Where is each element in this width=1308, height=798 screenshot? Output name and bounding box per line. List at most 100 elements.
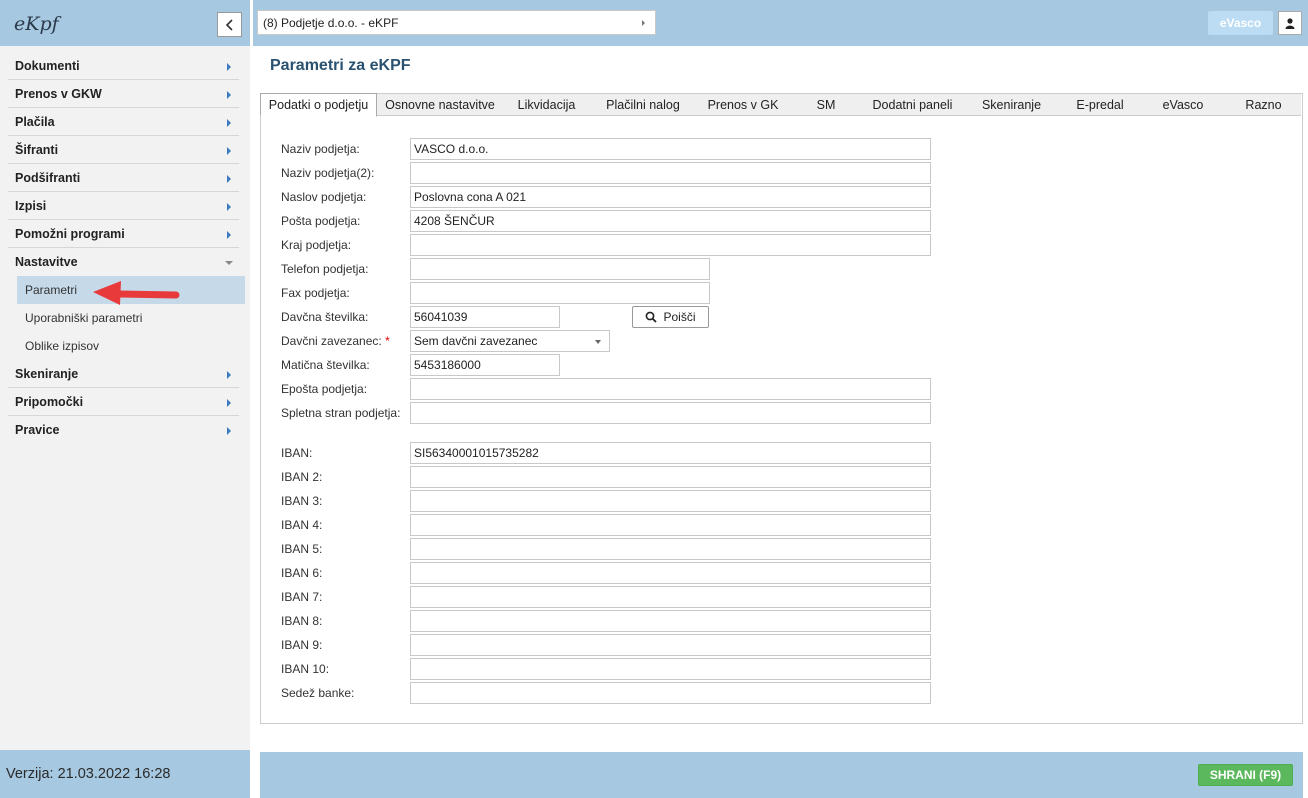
tab-likvidacija[interactable]: Likvidacija [503,94,590,116]
iban4-field[interactable] [410,514,931,536]
tab-evasco[interactable]: eVasco [1140,94,1226,116]
chevron-right-icon [227,231,231,239]
sidebar-subitem-uporabniski-parametri[interactable]: Uporabniški parametri [17,304,245,332]
bank-seat-label: Sedež banke: [281,686,355,700]
city-field[interactable] [410,234,931,256]
search-button-label: Poišči [663,310,696,324]
email-label: Epošta podjetja: [281,382,368,396]
sidebar-item-pomozni-programi[interactable]: Pomožni programi [8,220,239,248]
iban6-label: IBAN 6: [281,566,323,580]
iban6-field[interactable] [410,562,931,584]
tab-podatki-o-podjetju[interactable]: Podatki o podjetju [260,93,377,117]
iban10-label: IBAN 10: [281,662,330,676]
registration-number-label: Matična številka: [281,358,370,372]
sidebar-item-label: Nastavitve [15,255,78,269]
company-select-value: (8) Podjetje d.o.o. - eKPF [263,16,399,30]
post-label: Pošta podjetja: [281,214,361,228]
sidebar-subitem-label: Uporabniški parametri [25,311,143,325]
sidebar-item-label: Skeniranje [15,366,79,381]
user-menu-button[interactable] [1278,11,1302,35]
page-title: Parametri za eKPF [270,57,411,74]
save-button[interactable]: SHRANI (F9) [1198,764,1293,786]
app-logo: eKpf [14,13,59,35]
post-field[interactable]: 4208 ŠENČUR [410,210,931,232]
sidebar-item-pravice[interactable]: Pravice [8,416,239,444]
sidebar-item-label: Izpisi [15,198,47,213]
iban9-field[interactable] [410,634,931,656]
registration-number-field[interactable]: 5453186000 [410,354,560,376]
tab-razno[interactable]: Razno [1226,94,1301,116]
iban2-label: IBAN 2: [281,470,323,484]
tab-prenos-v-gk[interactable]: Prenos v GK [696,94,790,116]
caret-right-icon [642,20,645,26]
collapse-sidebar-button[interactable] [217,12,242,37]
sidebar-item-skeniranje[interactable]: Skeniranje [8,360,239,388]
sidebar-subitem-label: Oblike izpisov [25,339,100,353]
sidebar-item-placila[interactable]: Plačila [8,108,239,136]
sidebar-item-label: Prenos v GKW [15,86,102,101]
tax-payer-select-value: Sem davčni zavezanec [414,334,538,348]
iban2-field[interactable] [410,466,931,488]
search-icon [646,311,658,323]
phone-label: Telefon podjetja: [281,262,369,276]
phone-field[interactable] [410,258,710,280]
sidebar-item-nastavitve[interactable]: Nastavitve [8,248,239,276]
tax-number-label: Davčna številka: [281,310,369,324]
chevron-right-icon [227,203,231,211]
chevron-right-icon [227,175,231,183]
address-field[interactable]: Poslovna cona A 021 [410,186,931,208]
website-label: Spletna stran podjetja: [281,406,401,420]
sidebar-item-dokumenti[interactable]: Dokumenti [8,52,239,80]
email-field[interactable] [410,378,931,400]
sidebar-item-label: Pravice [15,423,60,437]
iban7-label: IBAN 7: [281,590,323,604]
iban10-field[interactable] [410,658,931,680]
tax-payer-select[interactable]: Sem davčni zavezanec [410,330,610,352]
iban5-label: IBAN 5: [281,542,323,556]
tab-bar: Podatki o podjetju Osnovne nastavitve Li… [260,93,1303,117]
sidebar: eKpf Dokumenti Prenos v GKW Plačila Šifr… [0,0,250,798]
tab-placilni-nalog[interactable]: Plačilni nalog [590,94,696,116]
iban3-label: IBAN 3: [281,494,323,508]
company-name-field[interactable]: VASCO d.o.o. [410,138,931,160]
evasco-button[interactable]: eVasco [1208,11,1273,35]
iban8-field[interactable] [410,610,931,632]
iban5-field[interactable] [410,538,931,560]
iban8-label: IBAN 8: [281,614,323,628]
sidebar-subitem-oblike-izpisov[interactable]: Oblike izpisov [17,332,245,360]
tab-skeniranje[interactable]: Skeniranje [963,94,1060,116]
city-label: Kraj podjetja: [281,238,352,252]
chevron-right-icon [227,427,231,435]
tab-e-predal[interactable]: E-predal [1060,94,1140,116]
sidebar-item-sifranti[interactable]: Šifranti [8,136,239,164]
fax-field[interactable] [410,282,710,304]
tax-number-field[interactable]: 56041039 [410,306,560,328]
company-name2-field[interactable] [410,162,931,184]
sidebar-item-prenos-v-gkw[interactable]: Prenos v GKW [8,80,239,108]
annotation-arrow-icon [93,281,180,305]
tab-osnovne-nastavitve[interactable]: Osnovne nastavitve [377,94,503,116]
tab-sm[interactable]: SM [790,94,862,116]
iban7-field[interactable] [410,586,931,608]
chevron-right-icon [227,119,231,127]
tab-dodatni-paneli[interactable]: Dodatni paneli [862,94,963,116]
search-button[interactable]: Poišči [632,306,709,328]
website-field[interactable] [410,402,931,424]
company-name-label: Naziv podjetja: [281,142,360,156]
top-bar: (8) Podjetje d.o.o. - eKPF eVasco [253,0,1308,46]
sidebar-item-label: Pripomočki [15,394,84,409]
sidebar-item-izpisi[interactable]: Izpisi [8,192,239,220]
iban3-field[interactable] [410,490,931,512]
sidebar-item-podsifranti[interactable]: Podšifranti [8,164,239,192]
bank-seat-field[interactable] [410,682,931,704]
iban-field[interactable]: SI56340001015735282 [410,442,931,464]
bottom-bar: SHRANI (F9) [260,752,1303,798]
chevron-right-icon [227,91,231,99]
sidebar-item-pripomocki[interactable]: Pripomočki [8,388,239,416]
chevron-right-icon [227,147,231,155]
fax-label: Fax podjetja: [281,286,350,300]
iban-label: IBAN: [281,446,313,460]
company-select[interactable]: (8) Podjetje d.o.o. - eKPF [257,10,656,35]
user-icon [1285,17,1295,29]
sidebar-header: eKpf [0,0,250,46]
